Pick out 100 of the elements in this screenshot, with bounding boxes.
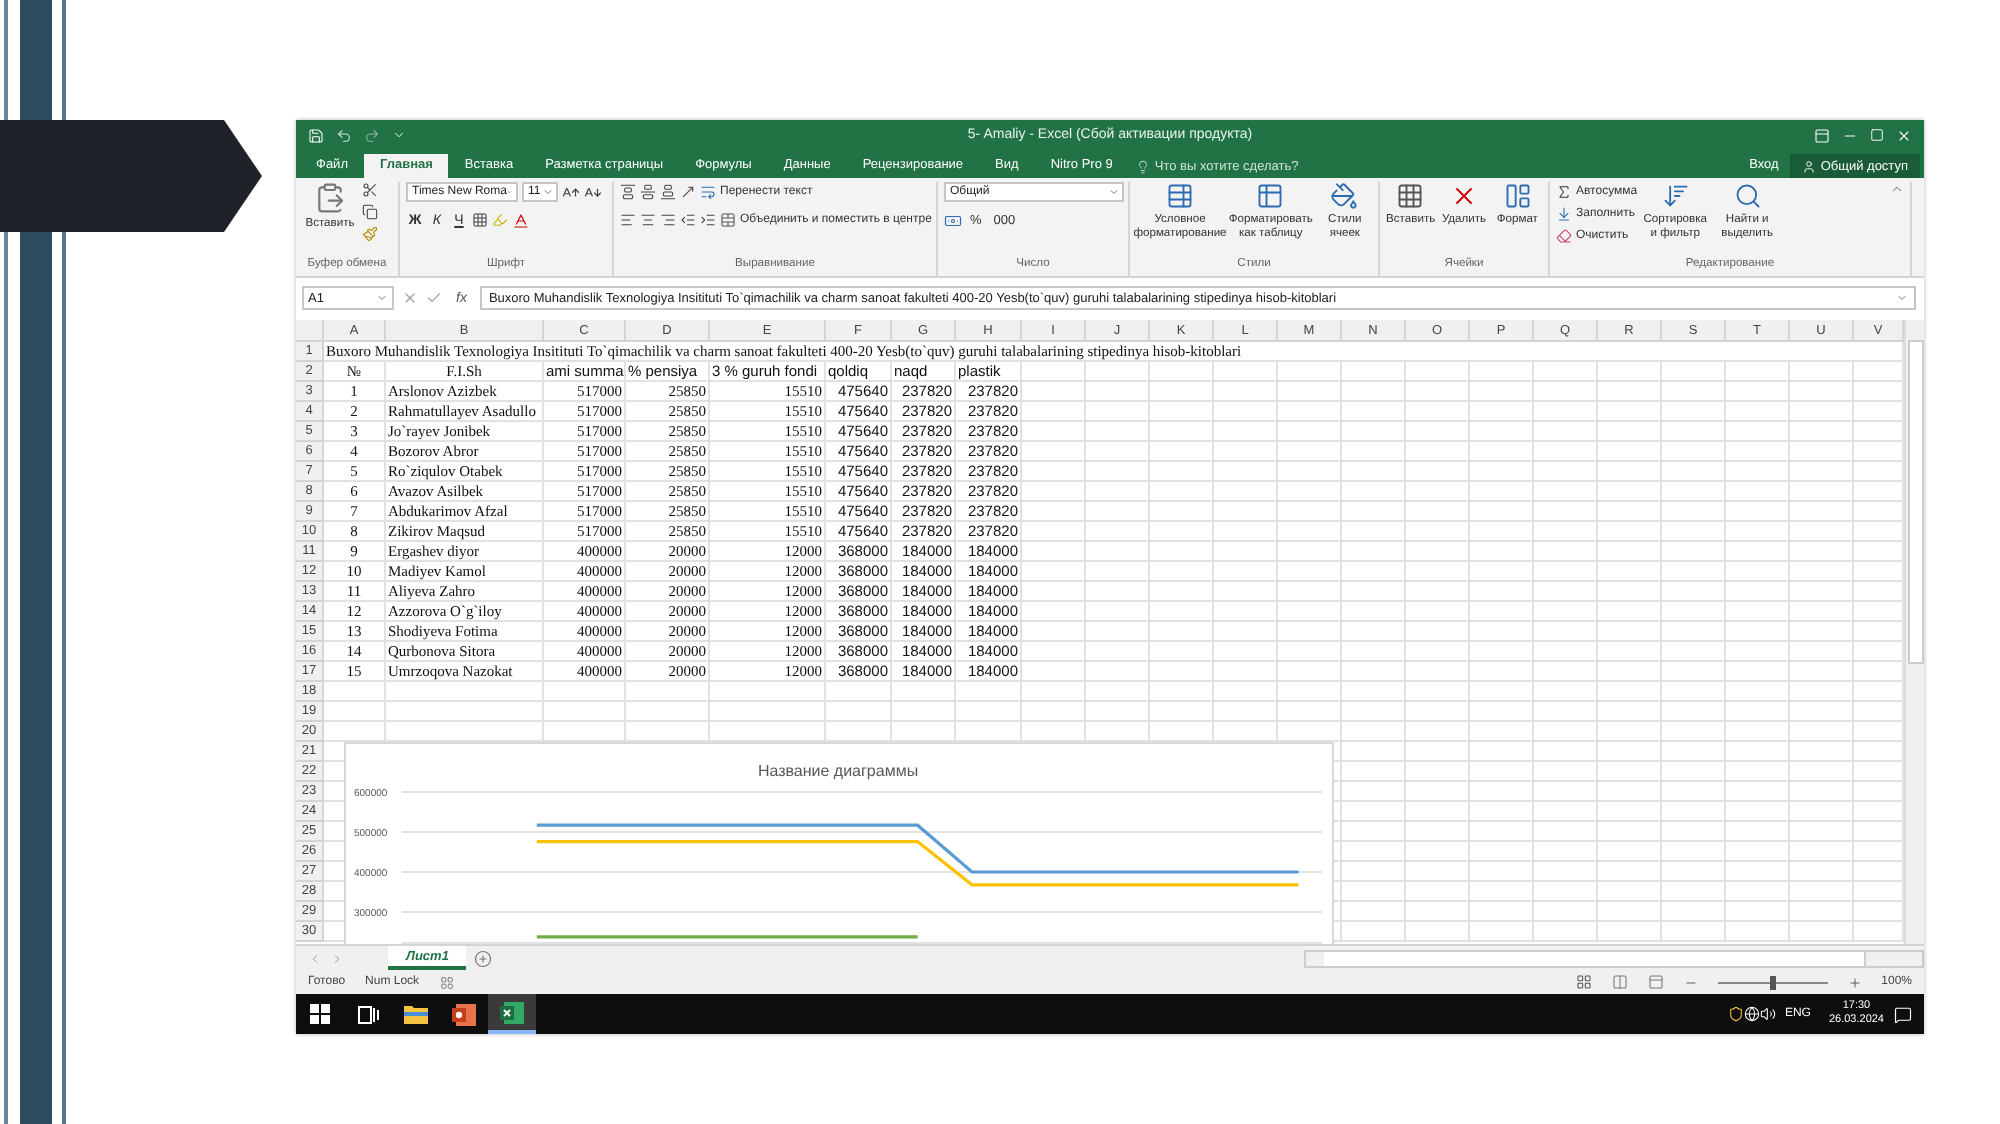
empty-cell xyxy=(1470,842,1534,862)
empty-cell xyxy=(1406,482,1470,502)
cancel-icon[interactable] xyxy=(402,290,418,306)
maximize-icon[interactable] xyxy=(1870,128,1884,142)
empty-cell xyxy=(1662,602,1726,622)
empty-cell xyxy=(1278,362,1342,382)
empty-cell xyxy=(1342,442,1406,462)
page-layout-icon[interactable] xyxy=(1611,974,1628,990)
empty-cell xyxy=(1534,602,1598,622)
empty-cell xyxy=(1598,782,1662,802)
empty-cell xyxy=(1214,622,1278,642)
empty-cell xyxy=(1086,682,1150,702)
empty-cell xyxy=(1342,822,1406,842)
empty-cell xyxy=(1790,662,1854,682)
empty-cell xyxy=(1406,422,1470,442)
collapse-ribbon-icon[interactable] xyxy=(1890,182,1904,196)
empty-cell xyxy=(1406,782,1470,802)
empty-cell xyxy=(1534,462,1598,482)
search-icon xyxy=(1733,182,1762,210)
align-middle-icon[interactable] xyxy=(640,184,656,200)
taskbar-app[interactable] xyxy=(488,994,536,1034)
empty-cell xyxy=(1534,442,1598,462)
empty-cell xyxy=(1598,802,1662,822)
empty-cell xyxy=(1534,802,1598,822)
align-top-icon[interactable] xyxy=(620,184,636,200)
align-center-icon[interactable] xyxy=(640,212,656,228)
empty-cell xyxy=(1790,822,1854,842)
network-icon[interactable] xyxy=(1744,1006,1761,1022)
empty-cell xyxy=(710,682,826,702)
empty-cell xyxy=(1790,462,1854,482)
empty-cell xyxy=(1150,682,1214,702)
indent-icon[interactable] xyxy=(700,212,716,228)
empty-cell xyxy=(1342,922,1406,942)
empty-cell xyxy=(1022,442,1086,462)
borders-icon[interactable] xyxy=(472,212,488,228)
empty-cell xyxy=(1534,402,1598,422)
increase-font-icon[interactable] xyxy=(562,183,580,201)
macro-icon[interactable] xyxy=(439,975,454,989)
empty-cell xyxy=(1598,582,1662,602)
empty-cell xyxy=(956,682,1022,702)
copy-icon[interactable] xyxy=(362,204,378,220)
page-break-icon[interactable] xyxy=(1647,974,1664,990)
empty-cell xyxy=(1470,482,1534,502)
decrease-font-icon[interactable] xyxy=(584,183,602,201)
task-view-icon xyxy=(357,1005,379,1023)
save-icon[interactable] xyxy=(308,127,324,143)
volume-icon[interactable] xyxy=(1760,1006,1777,1022)
empty-cell xyxy=(1278,682,1342,702)
zoom-thumb[interactable] xyxy=(1769,975,1776,989)
presentation-app-icon xyxy=(452,1003,476,1025)
empty-cell xyxy=(1790,762,1854,782)
empty-cell xyxy=(1470,902,1534,922)
empty-cell xyxy=(1470,742,1534,762)
empty-cell xyxy=(1022,582,1086,602)
empty-cell xyxy=(1534,622,1598,642)
format-icon xyxy=(1503,182,1532,210)
empty-cell xyxy=(1662,502,1726,522)
empty-cell xyxy=(1726,902,1790,922)
format-painter-icon[interactable] xyxy=(362,226,378,242)
wrap-text-icon xyxy=(700,184,716,200)
cut-icon[interactable] xyxy=(362,182,378,198)
empty-cell xyxy=(1342,382,1406,402)
empty-cell xyxy=(1534,882,1598,902)
empty-cell xyxy=(1598,362,1662,382)
notifications-icon[interactable] xyxy=(1894,1005,1912,1023)
security-icon[interactable] xyxy=(1728,1006,1745,1022)
empty-cell xyxy=(1214,462,1278,482)
empty-cell xyxy=(1662,382,1726,402)
add-sheet-icon[interactable] xyxy=(474,949,493,967)
align-left-icon[interactable] xyxy=(620,212,636,228)
sum-icon xyxy=(1556,184,1572,200)
empty-cell xyxy=(1598,622,1662,642)
normal-view-icon[interactable] xyxy=(1575,974,1592,990)
empty-cell xyxy=(1598,662,1662,682)
customize-icon[interactable] xyxy=(392,128,406,142)
empty-cell xyxy=(1470,402,1534,422)
empty-cell xyxy=(1470,502,1534,522)
lightbulb-icon xyxy=(1136,159,1151,173)
empty-cell xyxy=(1790,722,1854,742)
empty-cell xyxy=(1598,422,1662,442)
horizontal-scrollbar[interactable] xyxy=(1304,949,1924,967)
empty-cell xyxy=(1150,522,1214,542)
empty-cell xyxy=(1790,502,1854,522)
close-icon[interactable] xyxy=(1896,127,1912,143)
undo-icon[interactable] xyxy=(336,127,352,143)
empty-cell xyxy=(1086,522,1150,542)
empty-cell xyxy=(1790,862,1854,882)
currency-icon[interactable] xyxy=(944,211,962,229)
empty-cell xyxy=(1662,542,1726,562)
empty-cell xyxy=(1662,402,1726,422)
ribbon-options-icon[interactable] xyxy=(1814,127,1830,143)
empty-cell xyxy=(1726,842,1790,862)
vertical-scrollbar[interactable] xyxy=(1904,320,1924,944)
font-color-icon[interactable] xyxy=(512,211,530,229)
spreadsheet-app-icon xyxy=(500,1001,524,1023)
align-right-icon[interactable] xyxy=(660,212,676,228)
orientation-icon[interactable] xyxy=(680,184,696,200)
outdent-icon[interactable] xyxy=(680,212,696,228)
align-bottom-icon[interactable] xyxy=(660,184,676,200)
empty-cell xyxy=(1598,842,1662,862)
